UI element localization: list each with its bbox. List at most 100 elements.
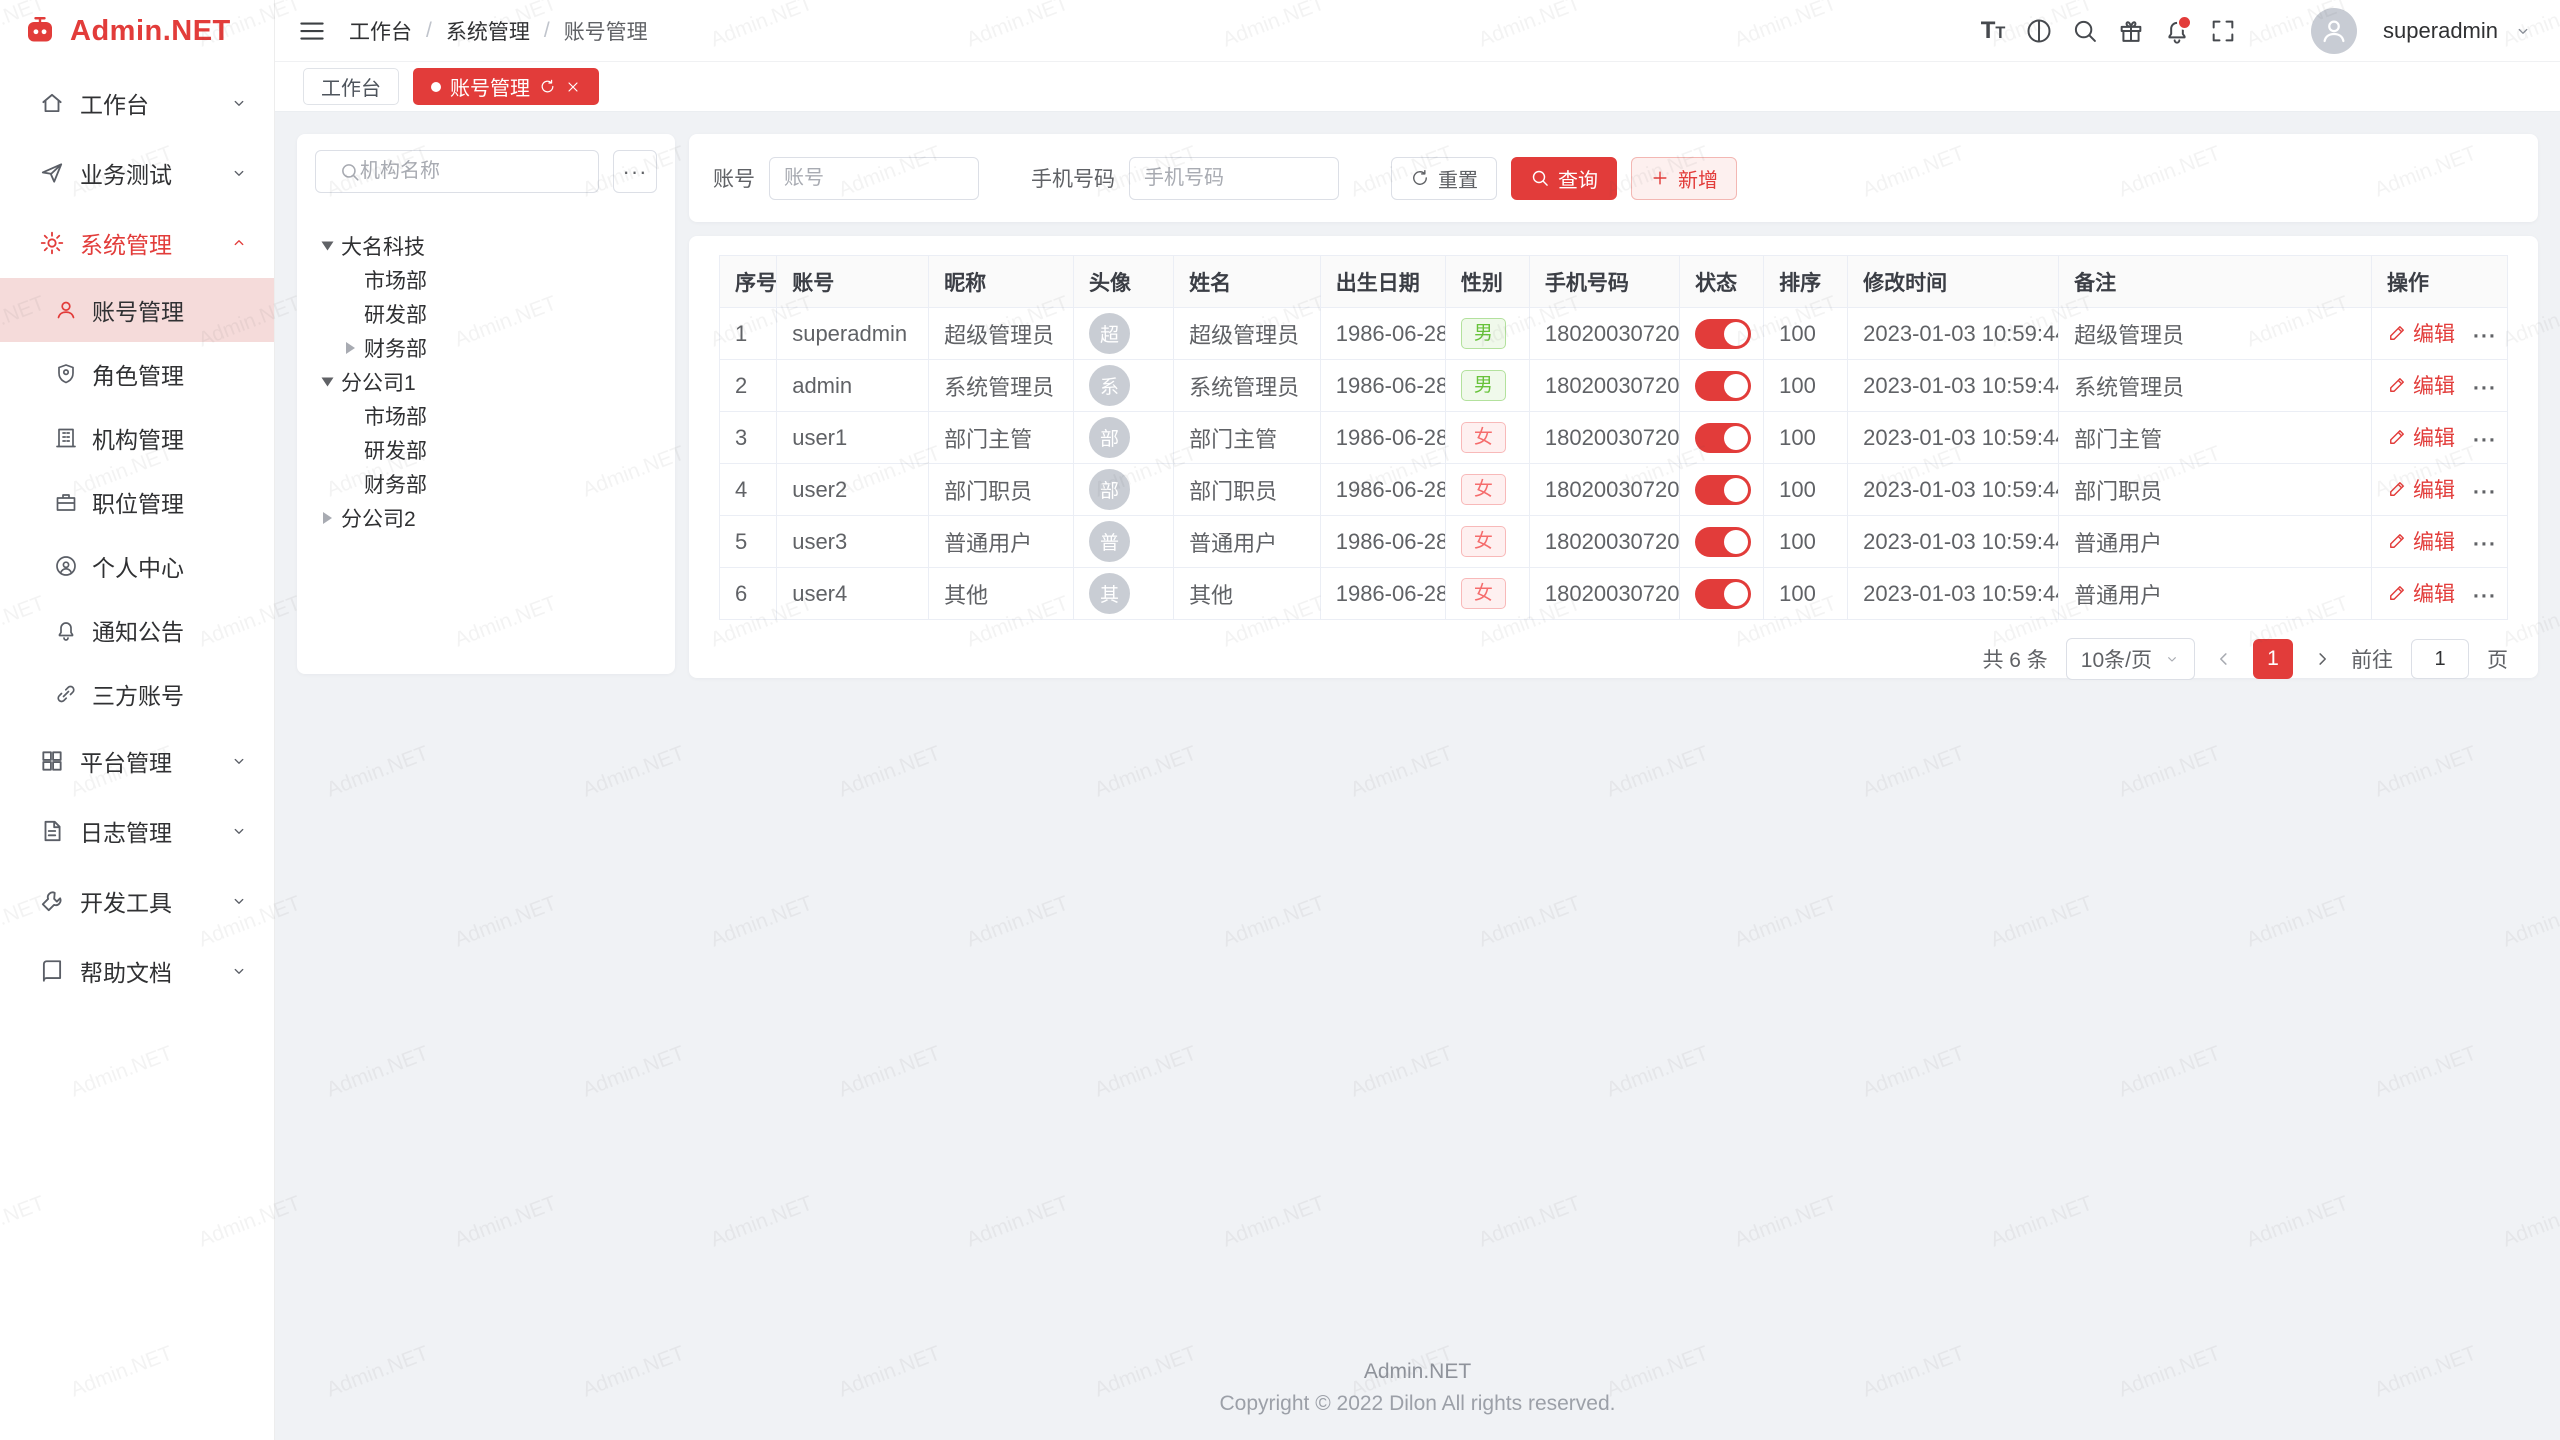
edit-button[interactable]: 编辑	[2387, 318, 2455, 348]
row-more-button[interactable]: ···	[2473, 481, 2497, 504]
sidebar-item-0[interactable]: 工作台	[0, 68, 274, 138]
tree-node-3[interactable]: 财务部	[315, 331, 657, 365]
link-icon	[54, 682, 78, 706]
tree-node-1[interactable]: 市场部	[315, 263, 657, 297]
cell-name: 普通用户	[1174, 516, 1321, 568]
account-filter-input[interactable]	[769, 157, 979, 200]
edit-button[interactable]: 编辑	[2387, 474, 2455, 504]
breadcrumb-item-1[interactable]: 系统管理	[446, 16, 530, 46]
topbar-actions: TT superadmin	[1973, 8, 2532, 54]
tab-0[interactable]: 工作台	[303, 68, 399, 105]
sidebar-subitem-2-2[interactable]: 机构管理	[0, 406, 274, 470]
next-page-button[interactable]	[2311, 648, 2333, 670]
row-more-button[interactable]: ···	[2473, 533, 2497, 556]
edit-icon	[2387, 531, 2407, 551]
org-more-button[interactable]: ···	[613, 150, 657, 193]
sidebar-item-label: 业务测试	[80, 156, 172, 190]
profile-icon[interactable]	[2249, 11, 2289, 51]
tree-node-6[interactable]: 研发部	[315, 433, 657, 467]
tree-node-4[interactable]: 分公司1	[315, 365, 657, 399]
tree-node-7[interactable]: 财务部	[315, 467, 657, 501]
edit-button[interactable]: 编辑	[2387, 370, 2455, 400]
username[interactable]: superadmin	[2383, 18, 2498, 44]
breadcrumb-item-0[interactable]: 工作台	[349, 16, 412, 46]
add-button[interactable]: 新增	[1631, 157, 1737, 200]
tab-1[interactable]: 账号管理	[413, 68, 599, 105]
row-more-button[interactable]: ···	[2473, 585, 2497, 608]
tree-caret-icon[interactable]	[322, 378, 334, 387]
logo[interactable]: Admin.NET	[0, 0, 274, 62]
tree-node-0[interactable]: 大名科技	[315, 229, 657, 263]
sidebar-item-5[interactable]: 开发工具	[0, 866, 274, 936]
status-toggle[interactable]	[1695, 579, 1751, 609]
row-avatar: 其	[1089, 573, 1130, 614]
reset-button[interactable]: 重置	[1391, 157, 1497, 200]
chevron-icon	[230, 892, 248, 910]
search-button[interactable]: 查询	[1511, 157, 1617, 200]
status-toggle[interactable]	[1695, 319, 1751, 349]
font-size-icon[interactable]: TT	[1973, 11, 2013, 51]
row-avatar: 部	[1089, 469, 1130, 510]
tabs-bar: 工作台账号管理	[275, 62, 2560, 112]
theme-icon	[2025, 17, 2053, 45]
page-1-button[interactable]: 1	[2253, 639, 2293, 679]
prev-page-button[interactable]	[2213, 648, 2235, 670]
status-toggle[interactable]	[1695, 475, 1751, 505]
edit-button[interactable]: 编辑	[2387, 526, 2455, 556]
tree-node-5[interactable]: 市场部	[315, 399, 657, 433]
reset-button-label: 重置	[1438, 164, 1478, 193]
status-toggle[interactable]	[1695, 527, 1751, 557]
tree-node-label: 财务部	[364, 469, 427, 499]
theme-icon[interactable]	[2019, 11, 2059, 51]
tree-node-8[interactable]: 分公司2	[315, 501, 657, 535]
breadcrumb-item-2[interactable]: 账号管理	[564, 16, 648, 46]
sidebar-item-label: 帮助文档	[80, 954, 172, 988]
search-icon[interactable]	[2065, 11, 2105, 51]
briefcase-icon	[54, 490, 78, 514]
tab-refresh-icon[interactable]	[539, 78, 556, 95]
cell-name: 系统管理员	[1174, 360, 1321, 412]
goto-page-input[interactable]	[2411, 639, 2469, 679]
phone-filter-input[interactable]	[1129, 157, 1339, 200]
status-toggle[interactable]	[1695, 371, 1751, 401]
sidebar-subitem-2-3[interactable]: 职位管理	[0, 470, 274, 534]
page-size-select[interactable]: 10条/页	[2066, 638, 2195, 680]
sidebar-item-3[interactable]: 平台管理	[0, 726, 274, 796]
sidebar-subitem-2-4[interactable]: 个人中心	[0, 534, 274, 598]
sidebar-subitem-2-6[interactable]: 三方账号	[0, 662, 274, 726]
chevron-icon	[230, 822, 248, 840]
edit-button[interactable]: 编辑	[2387, 578, 2455, 608]
sidebar-subitem-2-1[interactable]: 角色管理	[0, 342, 274, 406]
cell-nickname: 普通用户	[929, 516, 1074, 568]
sidebar-subitem-2-5[interactable]: 通知公告	[0, 598, 274, 662]
fullscreen-icon[interactable]	[2203, 11, 2243, 51]
bell-icon[interactable]	[2157, 11, 2197, 51]
tree-node-2[interactable]: 研发部	[315, 297, 657, 331]
hamburger-menu-icon[interactable]	[297, 16, 327, 46]
cell-status	[1680, 464, 1764, 516]
sidebar-item-4[interactable]: 日志管理	[0, 796, 274, 866]
cell-name: 超级管理员	[1174, 308, 1321, 360]
cell-avatar: 部	[1073, 464, 1173, 516]
status-toggle[interactable]	[1695, 423, 1751, 453]
user-chevron-down-icon[interactable]	[2514, 22, 2532, 40]
edit-icon	[2387, 479, 2407, 499]
sidebar-item-6[interactable]: 帮助文档	[0, 936, 274, 1006]
role-icon	[54, 362, 78, 386]
tab-close-icon[interactable]	[565, 79, 581, 95]
goto-label: 前往	[2351, 644, 2393, 674]
row-more-button[interactable]: ···	[2473, 377, 2497, 400]
cell-name: 部门主管	[1174, 412, 1321, 464]
gift-icon[interactable]	[2111, 11, 2151, 51]
chevron-icon	[2164, 651, 2180, 667]
edit-button[interactable]: 编辑	[2387, 422, 2455, 452]
row-more-button[interactable]: ···	[2473, 325, 2497, 348]
sidebar-item-2[interactable]: 系统管理	[0, 208, 274, 278]
tree-caret-icon[interactable]	[346, 342, 355, 354]
sidebar-subitem-2-0[interactable]: 账号管理	[0, 278, 274, 342]
tree-caret-icon[interactable]	[323, 512, 332, 524]
tree-caret-icon[interactable]	[322, 242, 334, 251]
row-more-button[interactable]: ···	[2473, 429, 2497, 452]
sidebar-item-1[interactable]: 业务测试	[0, 138, 274, 208]
avatar[interactable]	[2311, 8, 2357, 54]
